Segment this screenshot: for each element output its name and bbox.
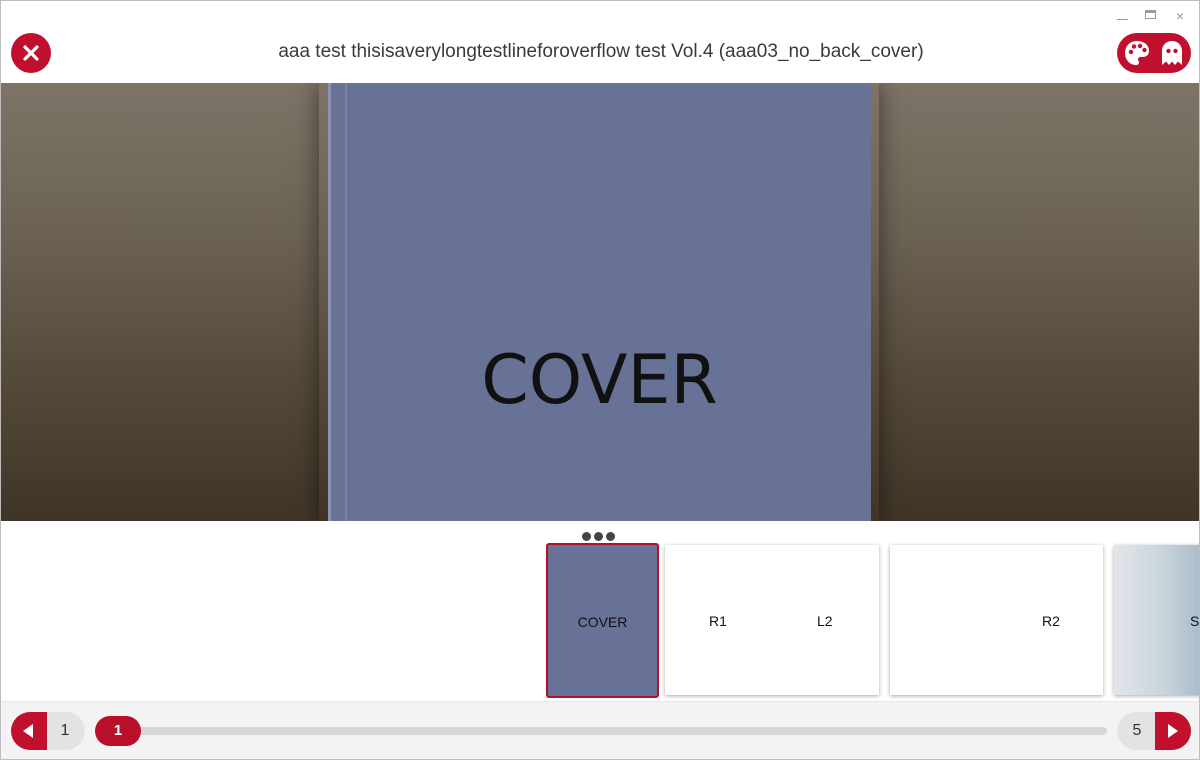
thumbnail-spread-r2[interactable]: R2: [890, 545, 1103, 695]
page-slider-track[interactable]: [95, 727, 1107, 735]
thumbnail-label: COVER: [577, 614, 628, 630]
minimize-icon[interactable]: [1113, 7, 1131, 25]
cover-page: [328, 83, 871, 521]
caret-right-icon: [1168, 724, 1178, 738]
window-close-icon[interactable]: ×: [1171, 7, 1189, 25]
palette-icon[interactable]: [1123, 39, 1151, 67]
next-page-button[interactable]: [1155, 712, 1191, 750]
caret-left-icon: [23, 724, 33, 738]
page-spine-line: [328, 83, 331, 521]
next-page-control: 5: [1117, 712, 1191, 750]
first-page-number: 1: [60, 722, 70, 739]
thumbnail-label: L2: [817, 613, 833, 629]
last-page-number: 5: [1132, 722, 1142, 739]
thumbnail-spread-s[interactable]: S: [1114, 545, 1200, 695]
maximize-icon[interactable]: [1141, 7, 1159, 25]
page-navigation-bar: 1 1 5: [1, 701, 1199, 759]
viewer-tools: [1117, 33, 1191, 73]
cover-page-text: COVER: [481, 341, 718, 420]
thumbnail-label: R2: [1042, 613, 1060, 629]
ghost-icon[interactable]: [1159, 39, 1185, 67]
close-viewer-button[interactable]: [11, 33, 51, 73]
prev-page-button[interactable]: [11, 712, 47, 750]
page-viewer[interactable]: COVER: [1, 83, 1199, 521]
app-window: × aaa test thisisaverylongtestlineforove…: [0, 0, 1200, 760]
page-slider-handle[interactable]: 1: [95, 716, 141, 746]
thumbnail-strip: COVER R1 L2 R2 S: [1, 521, 1199, 701]
close-circle-icon: [23, 45, 39, 61]
thumbnail-cover[interactable]: COVER: [546, 543, 659, 698]
thumbnail-label: R1: [709, 613, 727, 629]
prev-page-control: 1: [11, 712, 85, 750]
thumbnail-spread-r1-l2[interactable]: R1 L2: [665, 545, 879, 695]
page-spine-line: [345, 83, 347, 521]
thumbnail-label: S: [1190, 613, 1200, 629]
book-title: aaa test thisisaverylongtestlineforoverf…: [278, 41, 924, 62]
